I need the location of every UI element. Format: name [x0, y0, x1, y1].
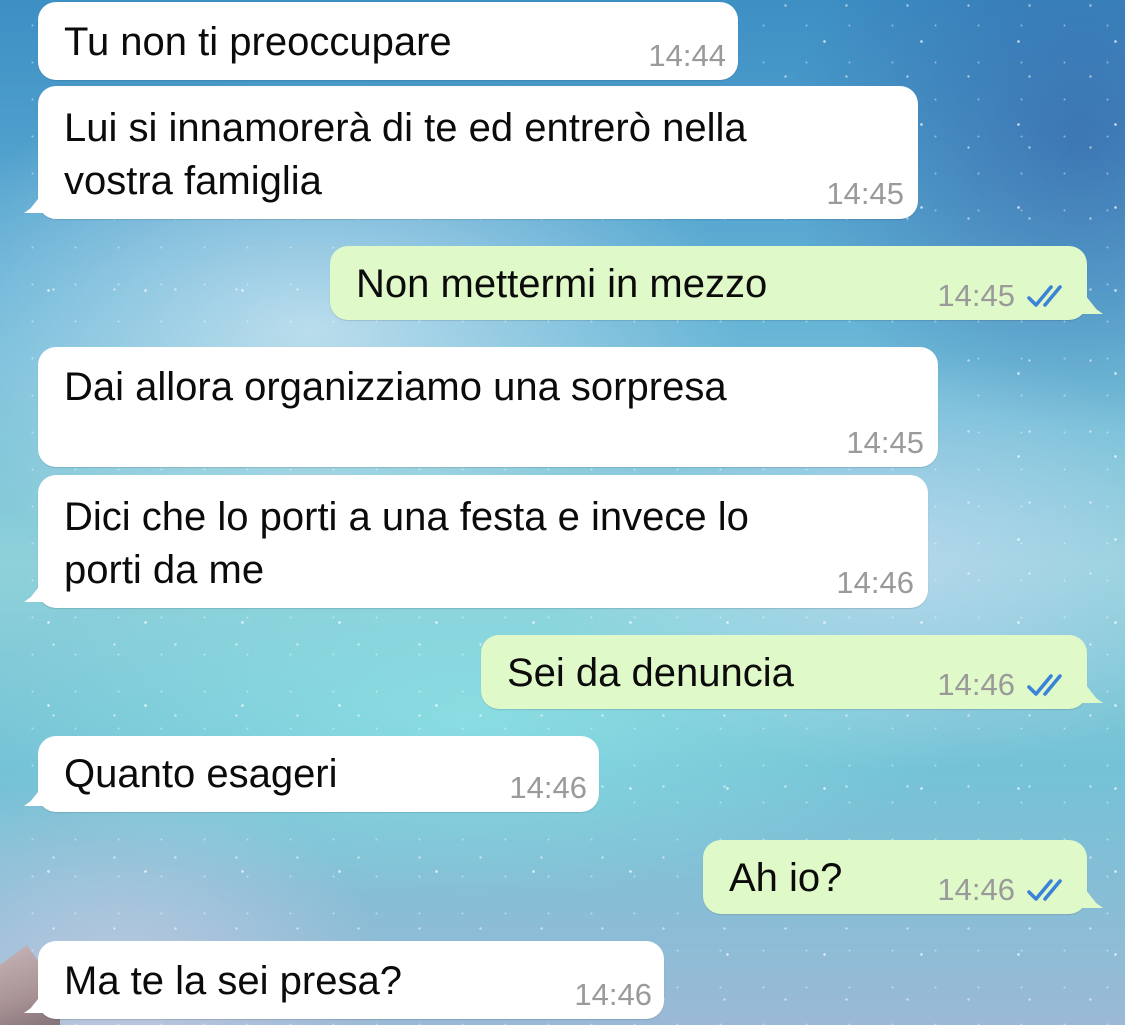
double-check-icon: [1027, 285, 1062, 307]
message-text: Dai allora organizziamo una sorpresa: [64, 365, 727, 409]
message-timestamp: 14:46: [836, 565, 914, 600]
message-bubble-outgoing[interactable]: Sei da denuncia 14:46: [481, 635, 1103, 709]
message-text: Tu non ti preoccupare: [64, 20, 452, 64]
bubble-tail: [1081, 290, 1103, 314]
chat-transcript: Tu non ti preoccupare 14:44 Lui si innam…: [0, 0, 1125, 1025]
message-bubble-incoming[interactable]: Dici che lo porti a una festa e invece l…: [24, 475, 928, 608]
double-check-icon: [1027, 879, 1062, 901]
message-text: Quanto esageri: [64, 752, 338, 796]
message-timestamp: 14:46: [509, 770, 587, 805]
message-bubble-incoming[interactable]: Lui si innamorerà di te ed entrerò nella…: [24, 86, 918, 219]
double-check-icon: [1027, 674, 1062, 696]
message-bubble-incoming[interactable]: Tu non ti preoccupare 14:44: [38, 2, 738, 80]
message-timestamp: 14:46: [574, 977, 652, 1012]
bubble-tail: [24, 578, 46, 602]
message-timestamp: 14:45: [826, 176, 904, 211]
message-timestamp: 14:45: [846, 425, 924, 460]
bubble-tail: [24, 189, 46, 213]
message-timestamp: 14:46: [937, 667, 1015, 702]
message-bubble-outgoing[interactable]: Non mettermi in mezzo 14:45: [330, 246, 1103, 320]
message-text: Dici che lo porti a una festa e invece l…: [64, 495, 749, 592]
message-bubble-incoming[interactable]: Quanto esageri 14:46: [24, 736, 599, 812]
message-timestamp: 14:44: [648, 38, 726, 73]
message-bubble-outgoing[interactable]: Ah io? 14:46: [703, 840, 1103, 914]
message-text: Lui si innamorerà di te ed entrerò nella…: [64, 106, 747, 203]
bubble-tail: [24, 782, 46, 806]
bubble-tail: [1081, 679, 1103, 703]
message-timestamp: 14:46: [937, 872, 1015, 907]
message-bubble-incoming[interactable]: Dai allora organizziamo una sorpresa 14:…: [38, 347, 938, 467]
message-bubble-incoming[interactable]: Ma te la sei presa? 14:46: [24, 941, 664, 1019]
message-timestamp: 14:45: [937, 278, 1015, 313]
message-text: Ma te la sei presa?: [64, 959, 402, 1003]
bubble-tail: [1081, 884, 1103, 908]
bubble-tail: [24, 989, 46, 1013]
